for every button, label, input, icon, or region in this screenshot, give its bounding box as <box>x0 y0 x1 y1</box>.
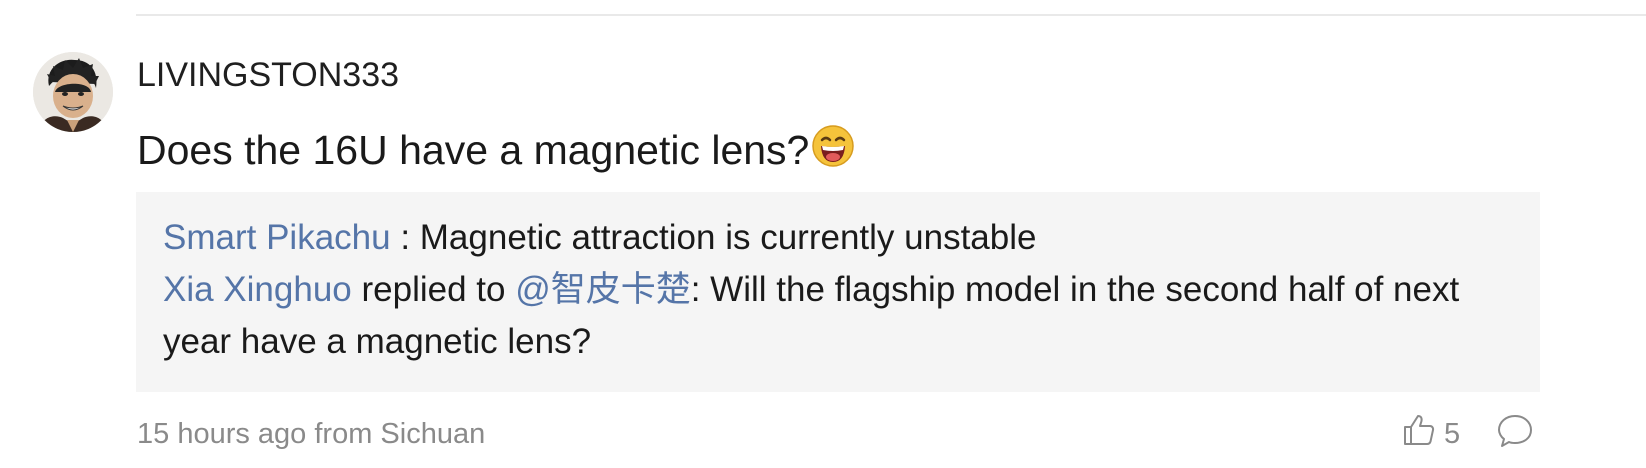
comment-text: Does the 16U have a magnetic lens? <box>137 127 810 173</box>
username[interactable]: LIVINGSTON333 <box>137 55 399 95</box>
top-divider <box>136 14 1646 16</box>
thumbs-up-icon <box>1402 413 1444 455</box>
reply-button[interactable] <box>1496 412 1534 455</box>
reply-separator: : <box>390 218 420 257</box>
reply-preview-box[interactable]: Smart Pikachu : Magnetic attraction is c… <box>136 192 1540 392</box>
reply-text: Magnetic attraction is currently unstabl… <box>419 218 1037 257</box>
comment-text-row: Does the 16U have a magnetic lens? <box>137 124 855 174</box>
comment-bubble-icon <box>1496 415 1534 454</box>
reply-author-link[interactable]: Smart Pikachu <box>163 218 391 257</box>
laughing-emoji-icon <box>811 124 855 168</box>
mention-link[interactable]: @智皮卡楚 <box>515 270 691 309</box>
reply-author-link[interactable]: Xia Xinghuo <box>163 270 352 309</box>
reply-item: Smart Pikachu : Magnetic attraction is c… <box>163 212 1500 264</box>
reply-connector: replied to <box>351 270 516 309</box>
avatar[interactable] <box>33 52 113 132</box>
like-count: 5 <box>1444 417 1461 450</box>
reply-item: Xia Xinghuo replied to @智皮卡楚: Will the f… <box>163 264 1500 368</box>
like-button[interactable]: 5 <box>1402 414 1460 454</box>
comment-meta: 15 hours ago from Sichuan <box>137 418 486 450</box>
